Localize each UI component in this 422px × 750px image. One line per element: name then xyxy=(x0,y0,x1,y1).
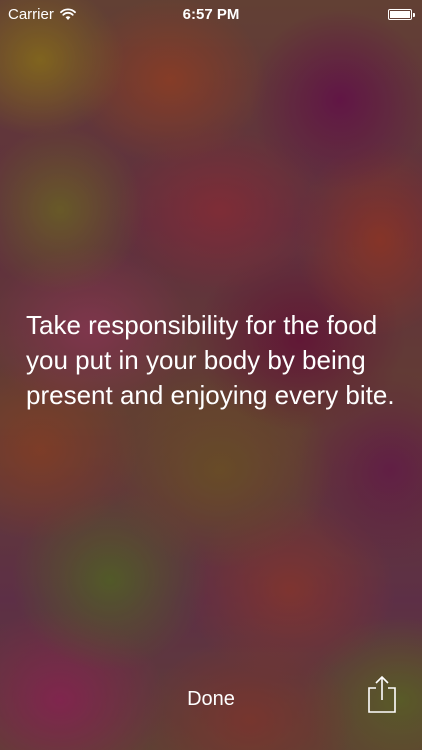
share-icon xyxy=(368,675,396,713)
battery-icon xyxy=(388,9,415,20)
done-button[interactable]: Done xyxy=(0,688,422,711)
status-bar: Carrier 6:57 PM xyxy=(0,0,422,30)
quote-text: Take responsibility for the food you put… xyxy=(26,310,395,410)
battery-fill xyxy=(390,11,410,18)
status-time: 6:57 PM xyxy=(182,6,240,23)
share-button[interactable] xyxy=(364,674,400,714)
